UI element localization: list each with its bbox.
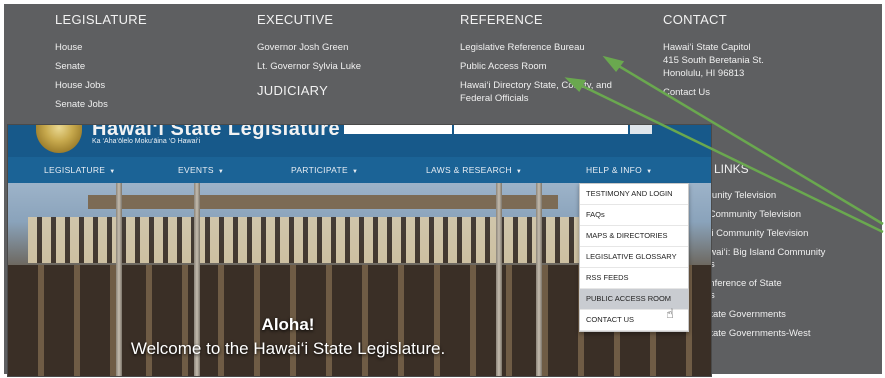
footer-contact-heading: CONTACT [663,12,727,27]
chevron-down-icon: ▼ [515,169,523,175]
nav-participate-label: PARTICIPATE [291,165,348,175]
footer-link-senate-jobs[interactable]: Senate Jobs [55,98,147,111]
menu-item-legislative-glossary[interactable]: LEGISLATIVE GLOSSARY [580,247,688,268]
footer-link-hawaii-directory[interactable]: Hawai‘i Directory State, County, and [460,79,612,92]
footer-executive-column: EXECUTIVE Governor Josh Green Lt. Govern… [257,12,361,112]
footer-link-house-jobs[interactable]: House Jobs [55,79,147,92]
contact-address-line-3: Honolulu, HI 96813 [663,68,745,79]
chevron-down-icon: ▼ [217,169,225,175]
state-seal-logo [36,125,82,153]
site-subtitle: Ka ‘Aha‘ōlelo Moku‘āina ‘O Hawai‘i [92,138,201,145]
chevron-down-icon: ▼ [646,169,653,175]
footer-contact-column: CONTACT Hawai‘i State Capitol 415 South … [663,12,764,105]
search-button[interactable] [630,125,652,134]
footer-link-federal-officials[interactable]: Federal Officials [460,92,612,105]
footer-link-governor[interactable]: Governor Josh Green [257,41,361,54]
footer-link-conference-cont[interactable]: s [710,290,884,302]
nav-laws-research-label: LAWS & RESEARCH [426,165,512,175]
nav-events-label: EVENTS [178,165,214,175]
menu-item-testimony-login[interactable]: TESTIMONY AND LOGIN [580,184,688,205]
footer-link-tv-3[interactable]: a‘i Community Television [704,228,884,240]
footer-reference-column: REFERENCE Legislative Reference Bureau P… [460,12,612,111]
footer-link-public-access-room[interactable]: Public Access Room [460,60,612,73]
footer-legislature-column: LEGISLATURE House Senate House Jobs Sena… [55,12,147,117]
footer-link-big-island[interactable]: awai‘i: Big Island Community [704,247,884,259]
footer-link-tv-1[interactable]: munity Television [704,190,884,202]
footer-link-big-island-cont[interactable]: s [710,259,884,271]
contact-address-line-1: Hawai‘i State Capitol [663,42,751,53]
footer-link-house[interactable]: House [55,41,147,54]
legislature-website-screenshot: Hawai‘i State Legislature Ka ‘Aha‘ōlelo … [8,125,711,376]
footer-link-senate[interactable]: Senate [55,60,147,73]
search-input[interactable] [344,125,452,134]
nav-help-info[interactable]: HELP & INFO ▼ [586,165,652,175]
hero-heading: Aloha! [261,315,315,334]
footer-link-lt-governor[interactable]: Lt. Governor Sylvia Luke [257,60,361,73]
nav-legislature[interactable]: LEGISLATURE ▼ [44,165,116,175]
main-nav: LEGISLATURE ▼ EVENTS ▼ PARTICIPATE ▼ LAWS &… [8,157,711,183]
site-header: Hawai‘i State Legislature Ka ‘Aha‘ōlelo … [8,125,711,157]
footer-links-heading: LINKS [714,162,749,176]
hero-subheading: Welcome to the Hawai‘i State Legislature… [130,339,446,358]
nav-help-info-label: HELP & INFO [586,165,643,175]
chevron-down-icon: ▼ [109,169,116,175]
search-input-secondary[interactable] [454,125,628,134]
hand-cursor-icon: ☝ [666,306,674,321]
footer-link-state-governments[interactable]: State Governments [704,309,884,321]
nav-laws-research[interactable]: LAWS & RESEARCH ▼ [426,165,522,175]
chevron-down-icon: ▼ [352,169,359,175]
footer-judiciary-heading: JUDICIARY [257,83,329,98]
carousel-indicators [298,368,386,376]
menu-item-rss-feeds[interactable]: RSS FEEDS [580,268,688,289]
nav-participate[interactable]: PARTICIPATE ▼ [291,165,358,175]
footer-reference-heading: REFERENCE [460,12,543,27]
capitol-columns-graphic [28,217,588,263]
footer-links-column: LINKS munity Television i Community Tele… [704,162,884,347]
footer-link-state-governments-west[interactable]: State Governments-West [704,328,884,340]
footer-executive-heading: EXECUTIVE [257,12,334,27]
nav-legislature-label: LEGISLATURE [44,165,106,175]
contact-address-line-2: 415 South Beretania St. [663,55,764,66]
footer-legislature-heading: LEGISLATURE [55,12,147,27]
menu-item-maps-directories[interactable]: MAPS & DIRECTORIES [580,226,688,247]
footer-link-lrb[interactable]: Legislative Reference Bureau [460,41,612,54]
capitol-roof-graphic [88,195,558,209]
footer-link-contact-us[interactable]: Contact Us [663,86,764,99]
nav-events[interactable]: EVENTS ▼ [178,165,224,175]
footer-link-tv-2[interactable]: i Community Television [704,209,884,221]
menu-item-faqs[interactable]: FAQs [580,205,688,226]
footer-link-conference[interactable]: onference of State [704,278,884,290]
